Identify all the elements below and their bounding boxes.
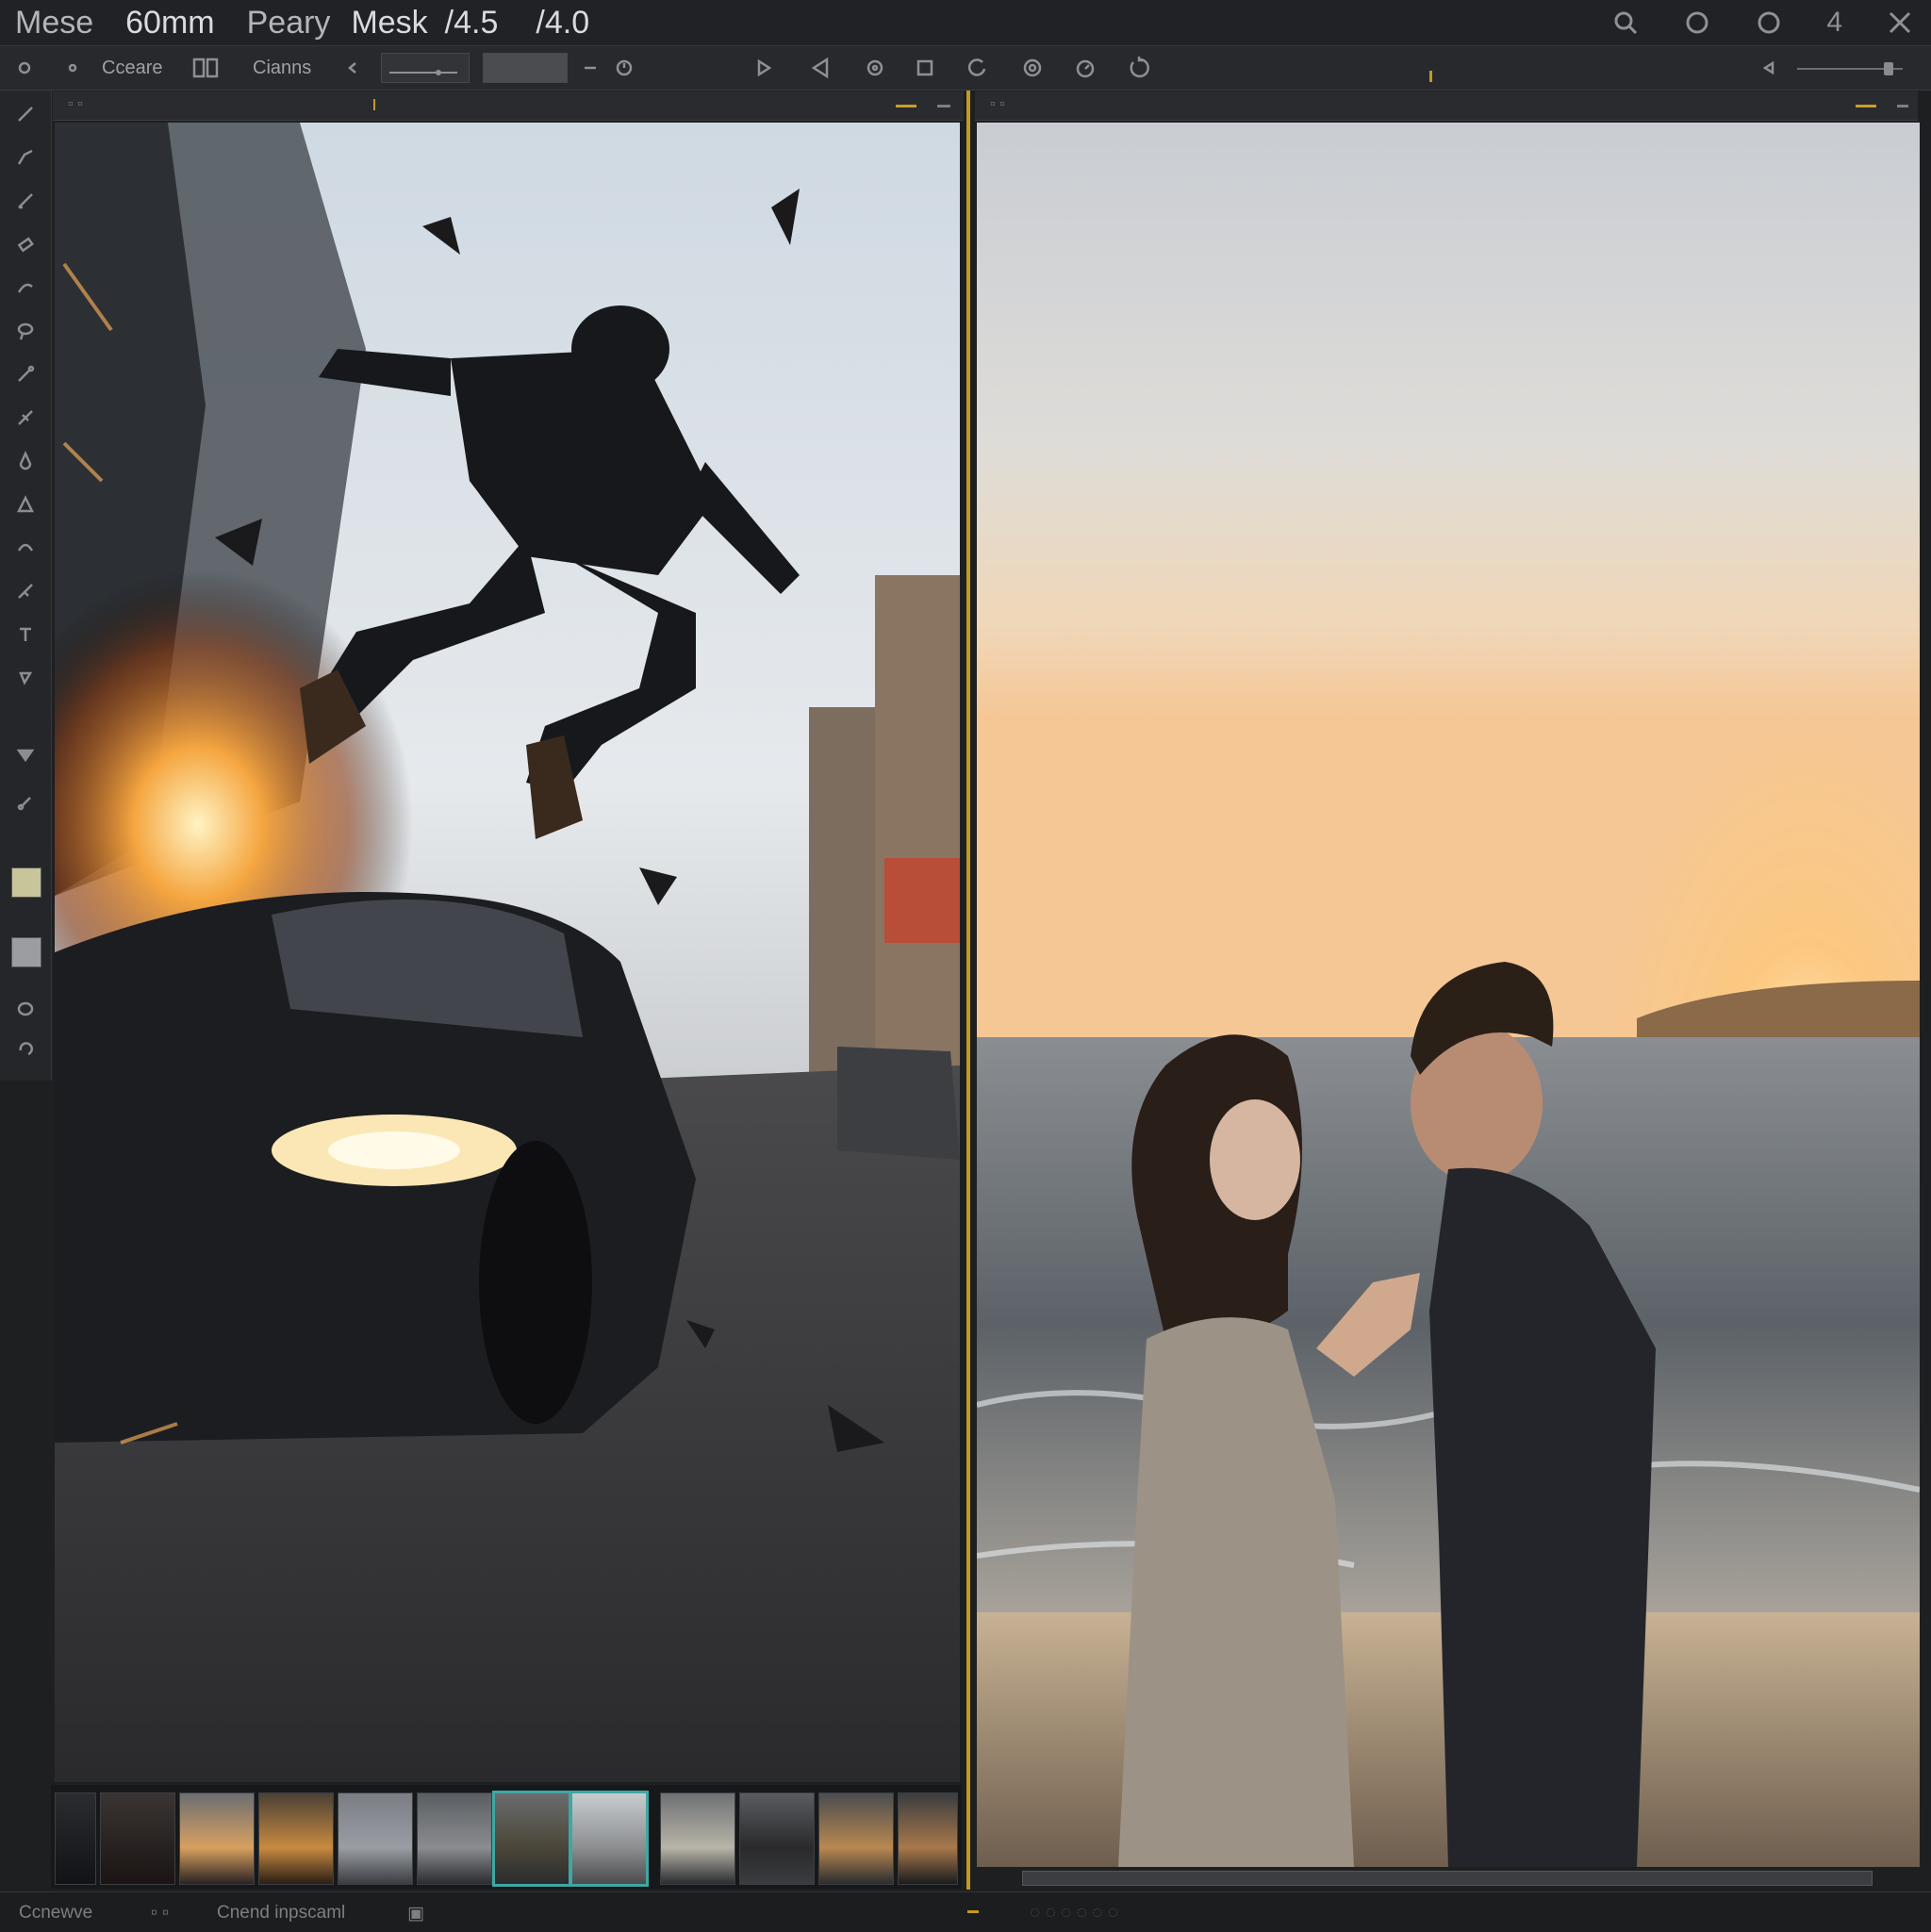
toolbar-item-channels[interactable]: Cianns: [253, 56, 311, 80]
toolbar-item-create[interactable]: Cceare: [102, 56, 162, 80]
crop-icon[interactable]: [915, 56, 935, 80]
aperture-readout-b[interactable]: /4.0: [536, 5, 589, 41]
filmstrip-thumb[interactable]: [100, 1792, 175, 1885]
viewer-accent-marker: [1897, 105, 1908, 107]
split-divider[interactable]: [966, 91, 970, 1890]
value-field[interactable]: [483, 53, 568, 83]
blur-tool-icon[interactable]: [13, 449, 38, 473]
close-icon[interactable]: [1886, 8, 1914, 37]
circle-icon[interactable]: [1755, 8, 1783, 37]
refresh-icon[interactable]: [1128, 56, 1150, 80]
hand-tool-icon[interactable]: [13, 996, 38, 1020]
background-color-swatch[interactable]: [11, 937, 41, 967]
adjust-icon[interactable]: [866, 56, 884, 80]
speaker-icon[interactable]: [1763, 56, 1776, 80]
filmstrip-thumb-selected[interactable]: [492, 1791, 571, 1887]
viewer-label: ▫ ▫: [68, 96, 83, 112]
timer-icon[interactable]: [1075, 56, 1096, 80]
beach-scene-image: [977, 123, 1920, 1867]
status-accent-marker: [967, 1910, 979, 1913]
viewer-label: ▫ ▫: [990, 96, 1005, 112]
dot-icon[interactable]: [66, 56, 79, 80]
filmstrip-thumb[interactable]: [179, 1792, 255, 1885]
title-bar: Mese 60mm Peary Mesk /4.5 /4.0 4: [0, 0, 1931, 46]
filmstrip-thumb[interactable]: [660, 1792, 735, 1885]
counter-label: 4: [1826, 7, 1842, 38]
horizontal-scrollbar[interactable]: [1022, 1871, 1873, 1886]
picker-tool-icon[interactable]: [13, 790, 38, 815]
target-icon[interactable]: [1022, 56, 1043, 80]
right-viewer-header: ▫ ▫: [975, 91, 1918, 121]
eraser-tool-icon[interactable]: [13, 232, 38, 256]
shape-tool-icon[interactable]: [13, 666, 38, 690]
brush-tool-icon[interactable]: [13, 102, 38, 126]
smudge-tool-icon[interactable]: [13, 275, 38, 300]
playhead-marker: [1429, 71, 1432, 82]
fill-tool-icon[interactable]: [13, 743, 38, 768]
volume-slider-knob[interactable]: [1884, 62, 1893, 75]
rotate-icon[interactable]: [967, 56, 988, 80]
sponge-tool-icon[interactable]: [13, 536, 38, 560]
right-image-frame[interactable]: [977, 123, 1920, 1867]
arrow-left-icon[interactable]: [347, 56, 358, 80]
lens-readout[interactable]: 60mm: [125, 5, 214, 41]
status-marker: ▫ ▫: [151, 1903, 169, 1923]
heal-tool-icon[interactable]: [13, 405, 38, 430]
pen-tool-icon[interactable]: [13, 145, 38, 170]
filmstrip-thumb-selected[interactable]: [569, 1791, 649, 1887]
left-image-frame[interactable]: [55, 123, 960, 1782]
status-left: Ccnewve: [19, 1903, 93, 1923]
back-icon[interactable]: [811, 56, 830, 80]
status-right-icons: ◌ ◌ ◌ ◌ ◌ ◌: [1030, 1903, 1119, 1923]
viewer-accent-marker: [896, 105, 916, 107]
window-controls: 4: [1611, 0, 1914, 45]
feather-tool-icon[interactable]: [13, 579, 38, 603]
grid-icon[interactable]: [192, 56, 219, 80]
toolbar: Cceare Cianns: [0, 46, 1931, 91]
status-middle: Cnend inpscaml: [217, 1903, 346, 1923]
view-menu[interactable]: Peary: [247, 5, 331, 41]
filmstrip: [51, 1785, 962, 1889]
zoom-tool-icon[interactable]: [13, 1037, 38, 1062]
status-icon: ▣: [407, 1904, 424, 1924]
filmstrip-thumb[interactable]: [258, 1792, 334, 1885]
dodge-tool-icon[interactable]: [13, 492, 38, 517]
circle-icon[interactable]: [1683, 8, 1711, 37]
type-tool-icon[interactable]: [13, 622, 38, 647]
lasso-tool-icon[interactable]: [13, 319, 38, 343]
zoom-field[interactable]: [381, 53, 470, 83]
minus-icon[interactable]: [583, 56, 598, 80]
action-scene-image: [55, 123, 960, 1782]
foreground-color-swatch[interactable]: [11, 867, 41, 898]
pencil-tool-icon[interactable]: [13, 189, 38, 213]
filmstrip-thumb[interactable]: [898, 1792, 958, 1885]
aperture-readout-a[interactable]: /4.5: [445, 5, 499, 41]
filmstrip-thumb[interactable]: [338, 1792, 413, 1885]
search-icon[interactable]: [1611, 8, 1640, 37]
mask-menu[interactable]: Mesk: [351, 5, 427, 41]
viewer-accent-marker: [1856, 105, 1876, 107]
filmstrip-thumb[interactable]: [417, 1792, 492, 1885]
filmstrip-thumb[interactable]: [818, 1792, 894, 1885]
filmstrip-thumb[interactable]: [739, 1792, 815, 1885]
viewer-accent-marker: [937, 105, 950, 107]
left-viewer-header: ▫ ▫: [53, 91, 964, 121]
clone-tool-icon[interactable]: [13, 362, 38, 387]
viewer-marker: [373, 99, 375, 110]
settings-icon[interactable]: [15, 56, 34, 80]
tool-rail: [0, 91, 52, 1081]
app-name: Mese: [15, 4, 94, 41]
reset-icon[interactable]: [615, 56, 634, 80]
filmstrip-thumb[interactable]: [55, 1792, 96, 1885]
status-bar: Ccnewve ▫ ▫ Cnend inpscaml ▣ ◌ ◌ ◌ ◌ ◌ ◌: [0, 1891, 1931, 1932]
play-icon[interactable]: [756, 56, 771, 80]
